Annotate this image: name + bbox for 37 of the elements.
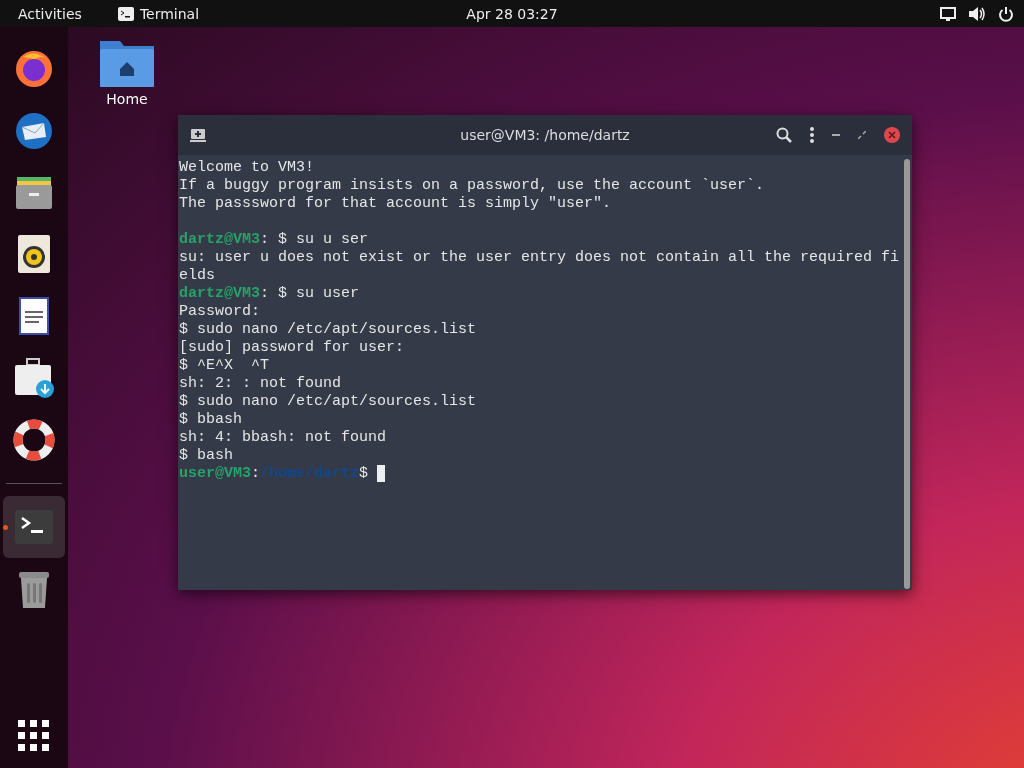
new-tab-icon[interactable] [190, 128, 206, 142]
terminal-line: elds [179, 267, 215, 284]
search-icon[interactable] [776, 127, 792, 143]
terminal-line: The passsword for that account is simply "user". [179, 195, 612, 212]
desktop-icon-label[interactable]: Home [106, 91, 148, 107]
close-icon[interactable] [884, 127, 900, 143]
running-indicator [3, 525, 8, 530]
terminal-line: sh: 2: : not found [179, 375, 342, 392]
terminal-line: $ sudo nano /etc/apt/sources.list [179, 321, 477, 338]
window-title: user@VM3: /home/dartz [460, 127, 630, 143]
scrollbar[interactable] [904, 159, 910, 589]
volume-icon[interactable] [968, 5, 986, 22]
menu-icon[interactable] [810, 127, 814, 143]
terminal-line: sh: 4: bbash: not found [179, 429, 387, 446]
terminal-line: Password: [179, 303, 260, 320]
terminal-line: dartz@VM3: $ su user [179, 285, 360, 302]
software-bag-icon [13, 357, 55, 399]
terminal-line: If a buggy program insists on a password, use the account `user`. [179, 177, 765, 194]
app-menu[interactable]: Terminal [139, 5, 200, 22]
terminal-line: $ bash [179, 447, 233, 464]
terminal-line: [sudo] password for user: [179, 339, 405, 356]
dock-item[interactable] [3, 496, 65, 558]
terminal-icon [117, 6, 134, 21]
activities-button[interactable]: Activities [0, 5, 100, 22]
lifebuoy-icon [13, 419, 55, 461]
terminal-line: dartz@VM3: $ su u ser [179, 231, 369, 248]
terminal-line: $ sudo nano /etc/apt/sources.list [179, 393, 477, 410]
terminal-line: user@VM3:/home/dartz$ [179, 465, 370, 482]
terminal-line: Welcome to VM3! [179, 159, 315, 176]
terminal-line: su: user u does not exist or the user entry does not contain all the required fi [179, 249, 900, 266]
power-icon[interactable] [998, 5, 1014, 22]
restore-icon[interactable] [858, 131, 866, 139]
terminal-line: $ ^E^X ^T [179, 357, 269, 374]
clock[interactable]: Apr 28 03:27 [466, 5, 558, 22]
display-icon[interactable] [940, 5, 956, 22]
terminal-line: $ bbash [179, 411, 242, 428]
app-grid-icon[interactable] [18, 720, 50, 752]
